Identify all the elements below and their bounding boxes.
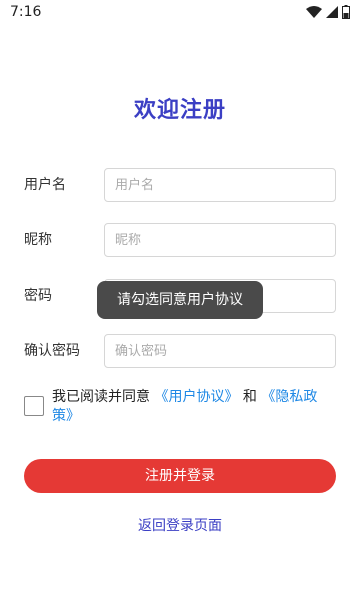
agreement-prefix: 我已阅读并同意 (52, 389, 150, 405)
status-time: 7:16 (10, 4, 42, 20)
cell-signal-icon (326, 6, 338, 18)
confirm-password-label: 确认密码 (24, 343, 80, 359)
status-icons (306, 5, 350, 19)
nickname-input[interactable] (104, 223, 336, 257)
confirm-password-input[interactable] (104, 334, 336, 368)
back-to-login-link[interactable]: 返回登录页面 (0, 515, 360, 535)
confirm-password-row: 确认密码 (24, 334, 336, 368)
battery-icon (342, 5, 350, 19)
agreement-text: 我已阅读并同意 《用户协议》 和 《隐私政策》 (52, 388, 336, 426)
username-input[interactable] (104, 168, 336, 202)
password-label: 密码 (24, 288, 52, 304)
register-button[interactable]: 注册并登录 (24, 459, 336, 493)
agreement-and: 和 (242, 389, 257, 405)
nickname-row: 昵称 (24, 223, 336, 257)
status-bar: 7:16 (0, 0, 360, 24)
username-label: 用户名 (24, 177, 66, 193)
user-agreement-link[interactable]: 《用户协议》 (154, 389, 238, 405)
username-row: 用户名 (24, 168, 336, 202)
toast-message: 请勾选同意用户协议 (97, 281, 263, 319)
nickname-label: 昵称 (24, 232, 52, 248)
page-title: 欢迎注册 (133, 98, 226, 123)
agreement-checkbox[interactable] (24, 396, 44, 416)
wifi-icon (306, 6, 322, 18)
